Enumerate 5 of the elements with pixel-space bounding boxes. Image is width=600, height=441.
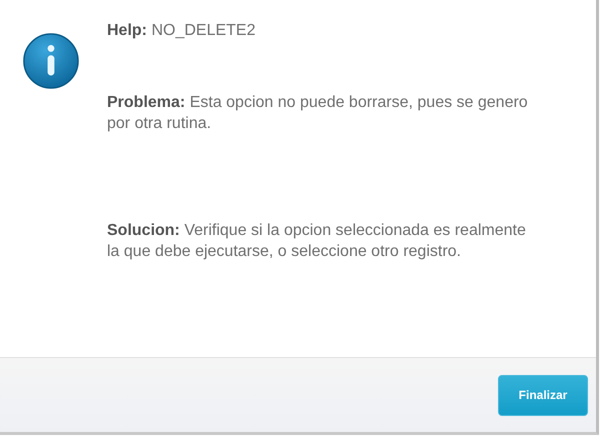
message-text: Solucion: Verifique si la opcion seleccionada es realmente la que debe ejecutarse, o seleccione otro registro. — [107, 221, 527, 262]
message-text: Problema: Esta opcion no puede borrarse, pues se genero por otra rutina. — [107, 93, 529, 134]
info-icon — [22, 32, 80, 90]
finalizar-button[interactable]: Finalizar — [498, 374, 588, 416]
message-text: Help: NO_DELETE2 — [107, 21, 256, 41]
